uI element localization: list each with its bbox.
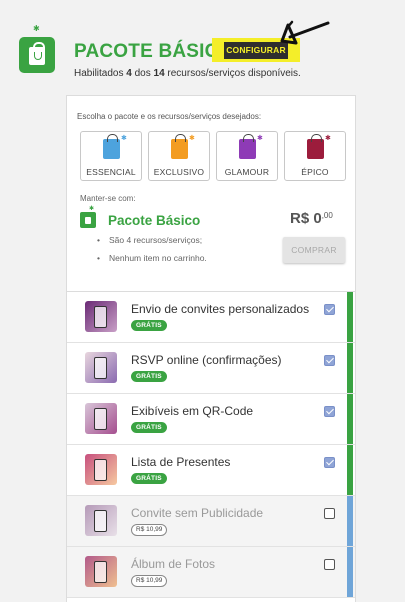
sparkle-icon: ✱ [189, 135, 195, 142]
service-thumbnail [85, 352, 117, 383]
current-package-title: Pacote Básico [108, 213, 201, 228]
choose-label: Escolha o pacote e os recursos/serviços … [77, 112, 262, 121]
service-row[interactable]: Lista de Presentes GRÁTIS [67, 445, 355, 496]
package-option-label: ESSENCIAL [86, 167, 136, 177]
current-package-details: São 4 recursos/serviços; Nenhum item no … [97, 235, 207, 271]
service-thumbnail [85, 454, 117, 485]
status-stripe [347, 292, 353, 342]
service-row[interactable]: RSVP online (confirmações) GRÁTIS [67, 343, 355, 394]
service-name: Álbum de Fotos [131, 557, 216, 571]
keep-label: Manter-se com: [80, 194, 136, 203]
sparkle-icon: ✱ [33, 24, 40, 33]
package-options: ✱ ESSENCIAL ✱ EXCLUSIVO ✱ GLAMOUR ✱ ÉPICO [80, 131, 350, 181]
service-checkbox[interactable] [324, 457, 335, 468]
sparkle-icon: ✱ [325, 135, 331, 142]
service-row[interactable]: Envio de convites personalizados GRÁTIS [67, 292, 355, 343]
shopping-bag-icon [103, 134, 120, 159]
enabled-summary: Habilitados 4 dos 14 recursos/serviços d… [74, 68, 301, 79]
service-row[interactable]: Exibíveis em QR-Code GRÁTIS [67, 394, 355, 445]
status-stripe [347, 445, 353, 495]
package-option-essencial[interactable]: ✱ ESSENCIAL [80, 131, 142, 181]
sparkle-icon: ✱ [257, 135, 263, 142]
sparkle-icon: ✱ [121, 135, 127, 142]
service-thumbnail [85, 301, 117, 332]
page-title: PACOTE BÁSICO [74, 41, 234, 62]
price-badge: R$ 10,99 [131, 524, 168, 536]
service-name: Exibíveis em QR-Code [131, 404, 254, 418]
free-badge: GRÁTIS [131, 371, 167, 382]
service-name: Lista de Presentes [131, 455, 231, 469]
service-name: RSVP online (confirmações) [131, 353, 282, 367]
status-stripe [347, 547, 353, 597]
status-stripe [347, 394, 353, 444]
free-badge: GRÁTIS [131, 320, 167, 331]
status-stripe [347, 496, 353, 546]
package-option-label: GLAMOUR [224, 167, 270, 177]
service-thumbnail [85, 403, 117, 434]
package-option-épico[interactable]: ✱ ÉPICO [284, 131, 346, 181]
shopping-bag-icon [171, 134, 188, 159]
package-card: Escolha o pacote e os recursos/serviços … [66, 95, 356, 602]
buy-button[interactable]: COMPRAR [283, 237, 345, 263]
package-option-label: EXCLUSIVO [153, 167, 205, 177]
package-option-exclusivo[interactable]: ✱ EXCLUSIVO [148, 131, 210, 181]
sparkle-icon: ✱ [89, 206, 95, 212]
current-price: R$ 0,00 [290, 210, 333, 227]
service-row[interactable]: Álbum de Fotos R$ 10,99 [67, 547, 355, 598]
package-option-glamour[interactable]: ✱ GLAMOUR [216, 131, 278, 181]
status-stripe [347, 343, 353, 393]
service-thumbnail [85, 505, 117, 536]
shopping-bag-icon [19, 37, 55, 73]
detail-item: São 4 recursos/serviços; [97, 235, 207, 253]
price-badge: R$ 10,99 [131, 575, 168, 587]
service-row[interactable]: Convite sem Publicidade R$ 10,99 [67, 496, 355, 547]
free-badge: GRÁTIS [131, 422, 167, 433]
service-thumbnail [85, 556, 117, 587]
annotation-arrow-icon [280, 20, 330, 45]
service-name: Envio de convites personalizados [131, 302, 310, 316]
service-checkbox[interactable] [324, 406, 335, 417]
service-checkbox[interactable] [324, 508, 335, 519]
service-checkbox[interactable] [324, 559, 335, 570]
package-option-label: ÉPICO [301, 167, 329, 177]
service-name: Convite sem Publicidade [131, 506, 264, 520]
current-package-icon [80, 212, 96, 228]
shopping-bag-icon [239, 134, 256, 159]
service-checkbox[interactable] [324, 304, 335, 315]
free-badge: GRÁTIS [131, 473, 167, 484]
detail-item: Nenhum item no carrinho. [97, 253, 207, 271]
service-checkbox[interactable] [324, 355, 335, 366]
shopping-bag-icon [307, 134, 324, 159]
